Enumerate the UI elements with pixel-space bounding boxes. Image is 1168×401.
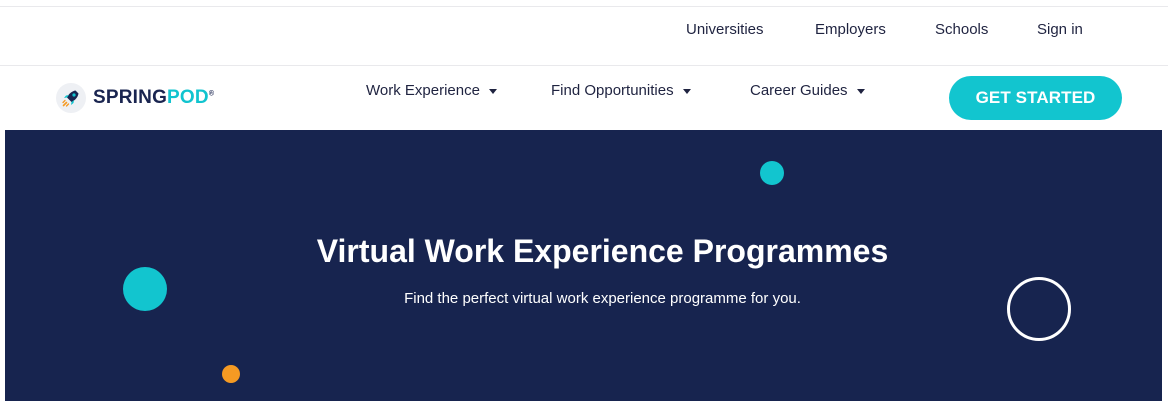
nav-item-label: Find Opportunities [551, 82, 674, 99]
rocket-icon [56, 83, 86, 113]
caret-down-icon [488, 88, 497, 94]
registered-mark: ® [208, 90, 215, 98]
caret-down-icon [682, 88, 691, 94]
nav-item-work-experience[interactable]: Work Experience [366, 82, 497, 99]
caret-down-icon [856, 88, 865, 94]
utility-nav: Universities Employers Schools Sign in [0, 7, 1168, 65]
main-nav: SPRINGPOD® Work Experience Find Opportun… [0, 66, 1168, 130]
decorative-teal-dot-small [760, 161, 784, 185]
brand-name-accent: POD [167, 87, 209, 108]
brand-wordmark: SPRINGPOD® [93, 87, 214, 109]
hero-subtitle: Find the perfect virtual work experience… [404, 290, 801, 307]
nav-item-find-opportunities[interactable]: Find Opportunities [551, 82, 691, 99]
utility-link-universities[interactable]: Universities [686, 21, 764, 38]
decorative-ring [1007, 277, 1071, 341]
page: Universities Employers Schools Sign in S… [0, 0, 1168, 401]
get-started-button[interactable]: GET STARTED [949, 76, 1122, 120]
nav-item-label: Career Guides [750, 82, 848, 99]
hero-title: Virtual Work Experience Programmes [316, 233, 889, 269]
hero-banner: Virtual Work Experience Programmes Find … [5, 130, 1162, 401]
utility-link-schools[interactable]: Schools [935, 21, 988, 38]
nav-item-label: Work Experience [366, 82, 480, 99]
springpod-logo[interactable]: SPRINGPOD® [56, 81, 214, 115]
brand-name-main: SPRING [93, 87, 168, 108]
decorative-orange-dot [222, 365, 240, 383]
nav-item-career-guides[interactable]: Career Guides [750, 82, 865, 99]
utility-link-employers[interactable]: Employers [815, 21, 886, 38]
sign-in-link[interactable]: Sign in [1037, 21, 1083, 38]
